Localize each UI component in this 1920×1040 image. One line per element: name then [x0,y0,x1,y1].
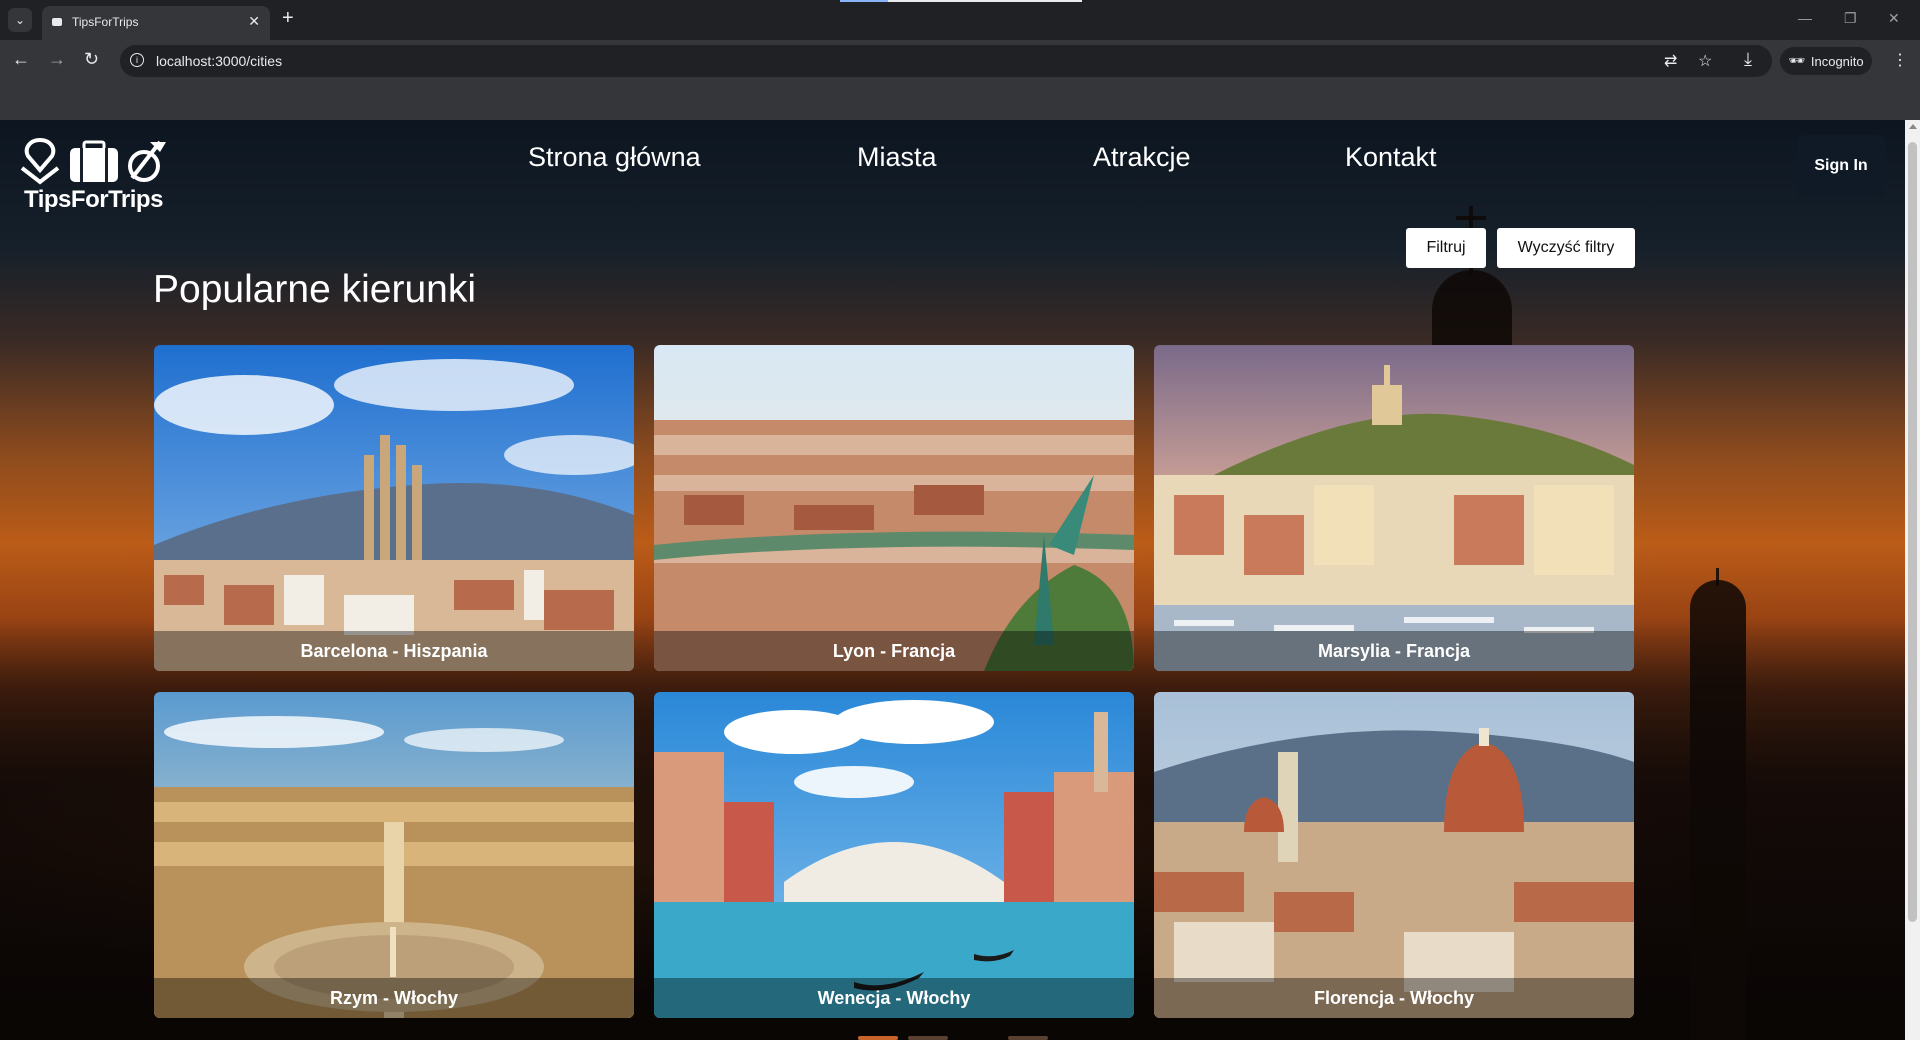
translate-icon[interactable]: ⇄ [1664,51,1677,71]
url-text[interactable]: localhost:3000/cities [156,53,282,69]
sign-in-label: Sign In [1814,157,1868,174]
background-cross-bar [1456,216,1486,220]
logo-icon [20,137,166,185]
city-image-lyon [654,345,1134,671]
city-caption-marseille: Marsylia - Francja [1154,631,1634,671]
city-card-venice[interactable]: Wenecja - Włochy [654,692,1134,1018]
close-tab-icon[interactable]: ✕ [248,13,260,30]
city-image-florence [1154,692,1634,1018]
city-card-rome[interactable]: Rzym - Włochy [154,692,634,1018]
minimize-icon[interactable]: — [1798,10,1812,26]
more-menu-icon[interactable]: ⋮ [1892,50,1908,70]
city-caption-lyon: Lyon - Francja [654,631,1134,671]
tab-title: TipsForTrips [72,15,139,29]
nav-attractions[interactable]: Atrakcje [1093,142,1191,173]
city-image-venice [654,692,1134,1018]
incognito-label: Incognito [1810,53,1864,69]
site-info-icon[interactable]: i [130,53,144,67]
background-bell-tower [1690,580,1746,1040]
back-arrow-icon[interactable]: ← [12,49,30,70]
page-title: Popularne kierunki [153,268,477,311]
sign-in-button[interactable]: Sign In [1797,135,1885,197]
favicon-icon [52,18,62,26]
pager-dot-3[interactable] [1008,1036,1048,1040]
loading-indicator-active [840,0,888,2]
city-card-marseille[interactable]: Marsylia - Francja [1154,345,1634,671]
scroll-up-arrow-icon[interactable] [1909,124,1917,129]
city-caption-rome: Rzym - Włochy [154,978,634,1018]
city-caption-florence: Florencja - Włochy [1154,978,1634,1018]
restore-icon[interactable]: ❐ [1844,10,1857,27]
browser-tab[interactable]: TipsForTrips ✕ [42,6,270,40]
bookmark-star-icon[interactable]: ☆ [1698,51,1712,71]
city-caption-barcelona: Barcelona - Hiszpania [154,631,634,671]
incognito-icon: 🕶 [1788,53,1805,68]
browser-toolbar: ← → ↻ i localhost:3000/cities ⇄ ☆ ⤓ 🕶 In… [0,40,1920,82]
close-window-icon[interactable]: ✕ [1888,10,1900,27]
logo-text[interactable]: TipsForTrips [24,186,163,214]
pager-dot-1[interactable] [858,1036,898,1040]
page-scrollbar[interactable] [1905,120,1920,1040]
filter-button[interactable]: Filtruj [1406,228,1486,268]
incognito-badge[interactable]: 🕶 Incognito [1780,47,1872,75]
bookmark-bar [0,82,1920,120]
download-icon[interactable]: ⤓ [1744,49,1752,70]
forward-arrow-icon[interactable]: → [48,49,66,70]
city-card-barcelona[interactable]: Barcelona - Hiszpania [154,345,634,671]
background-bell-cross [1716,568,1719,586]
city-card-lyon[interactable]: Lyon - Francja [654,345,1134,671]
reload-icon[interactable]: ↻ [84,49,99,70]
address-bar[interactable]: i localhost:3000/cities ⇄ ☆ [120,45,1772,77]
new-tab-plus-icon[interactable]: + [282,7,294,30]
city-image-marseille [1154,345,1634,671]
city-image-barcelona [154,345,634,671]
city-card-florence[interactable]: Florencja - Włochy [1154,692,1634,1018]
pager-dot-2[interactable] [908,1036,948,1040]
tab-search-chevron-down-icon[interactable]: ⌄ [8,8,32,32]
city-caption-venice: Wenecja - Włochy [654,978,1134,1018]
scrollbar-thumb[interactable] [1908,142,1917,922]
page-viewport: TipsForTrips Strona główna Miasta Atrakc… [0,120,1905,1040]
nav-cities[interactable]: Miasta [857,142,937,173]
browser-tabstrip: ⌄ TipsForTrips ✕ + — ❐ ✕ [0,0,1920,40]
nav-home[interactable]: Strona główna [528,142,701,173]
clear-filters-button[interactable]: Wyczyść filtry [1497,228,1635,268]
city-image-rome [154,692,634,1018]
loading-indicator-track [888,0,1082,2]
nav-contact[interactable]: Kontakt [1345,142,1437,173]
